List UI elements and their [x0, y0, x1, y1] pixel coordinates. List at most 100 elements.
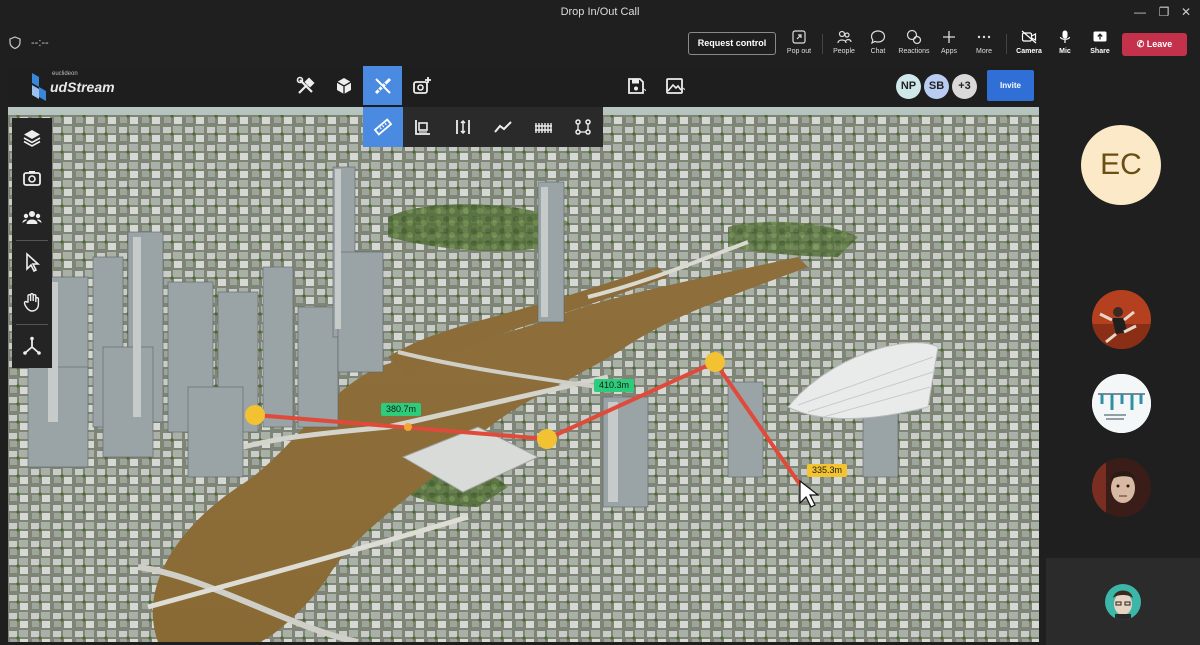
avatar[interactable]: +3 [952, 74, 977, 99]
measurement-label: 335.3m [807, 464, 848, 477]
line-tool-button[interactable] [483, 107, 523, 147]
path-tool-button[interactable] [563, 107, 603, 147]
self-view-tile[interactable] [1046, 558, 1200, 645]
invite-button[interactable]: Invite [987, 70, 1034, 101]
city-3d-view[interactable] [8, 107, 1039, 642]
height-measure-icon [456, 119, 470, 135]
camera-icon [23, 171, 41, 186]
divider [16, 240, 48, 241]
ruler-tool-button[interactable] [363, 107, 403, 147]
mic-button[interactable]: Mic [1045, 29, 1085, 59]
measure-tools-icon [374, 77, 391, 94]
image-menu-button[interactable] [655, 66, 694, 105]
reactions-icon [906, 29, 922, 45]
participant-avatar-initials[interactable]: EC [1081, 125, 1161, 205]
call-toolbar: --:-- Request control Pop out People Cha… [0, 24, 1200, 62]
divider [1006, 34, 1007, 54]
share-label: Share [1090, 48, 1110, 55]
tools-icon [296, 76, 315, 94]
plus-icon [943, 31, 955, 43]
avatar[interactable]: SB [924, 74, 949, 99]
participant-video[interactable] [1092, 374, 1151, 433]
chat-button[interactable]: Chat [858, 29, 898, 59]
minimize-icon[interactable]: — [1132, 4, 1148, 20]
tools-button[interactable] [286, 66, 325, 105]
close-icon[interactable]: ✕ [1178, 4, 1194, 20]
self-avatar [1105, 584, 1141, 620]
more-button[interactable]: More [964, 29, 1004, 59]
share-button[interactable]: Share [1080, 29, 1120, 59]
hand-icon [23, 293, 40, 312]
pop-out-button[interactable]: Pop out [779, 29, 819, 59]
image-icon [665, 77, 685, 94]
participant-photo [1092, 290, 1151, 349]
people-icon [837, 30, 852, 44]
euclideon-logo-icon [32, 73, 46, 101]
more-label: More [976, 48, 992, 55]
udstream-logo: euclideon udStream [30, 70, 120, 104]
gizmo-tool-button[interactable] [12, 326, 52, 366]
shared-screen: 380.7m 410.3m 335.3m euclideon udStream … [8, 66, 1039, 642]
call-timer: --:-- [31, 37, 49, 49]
app-header: euclideon udStream NP SB +3 Invite [8, 66, 1039, 107]
height-tool-button[interactable] [443, 107, 483, 147]
screenshot-button[interactable] [12, 158, 52, 198]
mic-label: Mic [1059, 48, 1071, 55]
polyline-icon [494, 121, 512, 133]
measurement-label: 410.3m [594, 379, 635, 392]
shield-icon [9, 36, 21, 49]
participant-video[interactable] [1092, 290, 1151, 349]
select-tool-button[interactable] [12, 242, 52, 282]
self-avatar-image [1105, 584, 1141, 620]
fence-tool-button[interactable] [523, 107, 563, 147]
cube-icon [336, 77, 351, 94]
microphone-icon [1059, 30, 1071, 43]
window-title: Drop In/Out Call [560, 6, 640, 18]
restore-icon[interactable]: ❐ [1156, 4, 1172, 20]
users-button[interactable] [12, 198, 52, 238]
node-path-icon [575, 119, 591, 135]
brand-name: udStream [50, 79, 115, 95]
leave-label: Leave [1146, 39, 1173, 49]
save-icon [627, 77, 646, 94]
area-measure-icon [415, 120, 430, 135]
divider [16, 324, 48, 325]
pan-tool-button[interactable] [12, 282, 52, 322]
measure-toolbar [363, 107, 603, 147]
more-icon [977, 35, 991, 39]
area-tool-button[interactable] [403, 107, 443, 147]
avatar[interactable]: NP [896, 74, 921, 99]
layers-button[interactable] [12, 118, 52, 158]
participants-pane: EC [1046, 66, 1200, 645]
reactions-label: Reactions [898, 48, 930, 55]
brand-sub: euclideon [52, 71, 78, 77]
phone-hangup-icon: ✆ [1136, 39, 1145, 49]
divider [822, 34, 823, 54]
fence-icon [535, 123, 552, 133]
camera-plus-icon [412, 76, 431, 94]
apps-label: Apps [941, 48, 957, 55]
chat-label: Chat [870, 48, 886, 55]
share-icon [1093, 31, 1107, 42]
participant-video[interactable] [1092, 458, 1151, 517]
participant-photo [1092, 458, 1151, 517]
camera-button[interactable]: Camera [1009, 29, 1049, 59]
pop-out-label: Pop out [786, 48, 812, 55]
apps-button[interactable]: Apps [929, 29, 969, 59]
request-control-button[interactable]: Request control [688, 32, 776, 55]
save-menu-button[interactable] [616, 66, 655, 105]
participant-logo-image [1092, 374, 1151, 433]
reactions-button[interactable]: Reactions [894, 29, 934, 59]
leave-button[interactable]: ✆ Leave [1122, 33, 1187, 56]
camera-label: Camera [1016, 48, 1042, 55]
ruler-icon [374, 118, 392, 136]
object-button[interactable] [324, 66, 363, 105]
camera-off-icon [1021, 30, 1037, 44]
window-titlebar: Drop In/Out Call — ❐ ✕ [0, 0, 1200, 24]
layers-icon [23, 130, 41, 147]
users-icon [22, 211, 42, 224]
measurement-label: 380.7m [381, 403, 422, 416]
pointer-icon [26, 252, 41, 272]
add-screenshot-button[interactable] [402, 66, 441, 105]
measure-tools-button[interactable] [363, 66, 402, 105]
